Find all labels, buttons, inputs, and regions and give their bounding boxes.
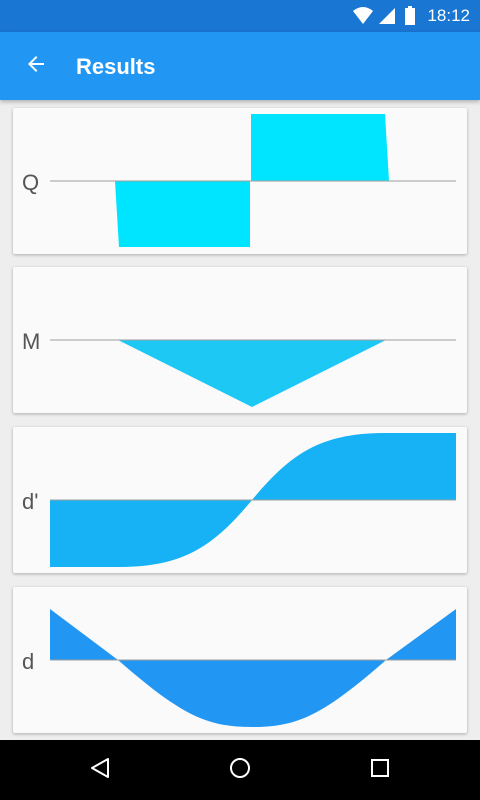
- nav-back-button[interactable]: [80, 750, 120, 790]
- arrow-left-icon: [24, 52, 48, 81]
- shear-force-chart: [50, 114, 456, 247]
- home-circle-icon: [228, 756, 252, 785]
- recents-square-icon: [370, 758, 390, 783]
- signal-icon: [378, 6, 396, 31]
- status-bar: 18:12: [0, 0, 480, 32]
- bending-moment-chart: [50, 339, 456, 407]
- deflection-left-end-area: [50, 609, 118, 660]
- slope-chart: [50, 433, 456, 567]
- bending-moment-card: M: [13, 267, 467, 413]
- deflection-chart: [50, 609, 456, 727]
- system-nav-bar: [0, 740, 480, 800]
- moment-area: [118, 340, 386, 407]
- shear-negative-area: [115, 181, 250, 247]
- slope-positive-area: [252, 433, 456, 500]
- back-triangle-icon: [89, 757, 111, 784]
- shear-force-card: Q: [13, 108, 467, 254]
- slope-card: d': [13, 427, 467, 573]
- back-button[interactable]: [16, 46, 56, 86]
- deflection-sag-area: [118, 660, 386, 727]
- battery-icon: [404, 6, 416, 31]
- slope-negative-area: [50, 500, 252, 567]
- nav-recents-button[interactable]: [360, 750, 400, 790]
- page-title: Results: [76, 54, 156, 79]
- nav-home-button[interactable]: [220, 750, 260, 790]
- results-list: Q M d' d: [0, 100, 480, 740]
- status-time: 18:12: [427, 6, 470, 25]
- deflection-card: d: [13, 587, 467, 733]
- shear-positive-area: [251, 114, 389, 181]
- app-bar: Results: [0, 32, 480, 100]
- deflection-right-end-area: [386, 609, 456, 660]
- wifi-icon: [352, 6, 374, 31]
